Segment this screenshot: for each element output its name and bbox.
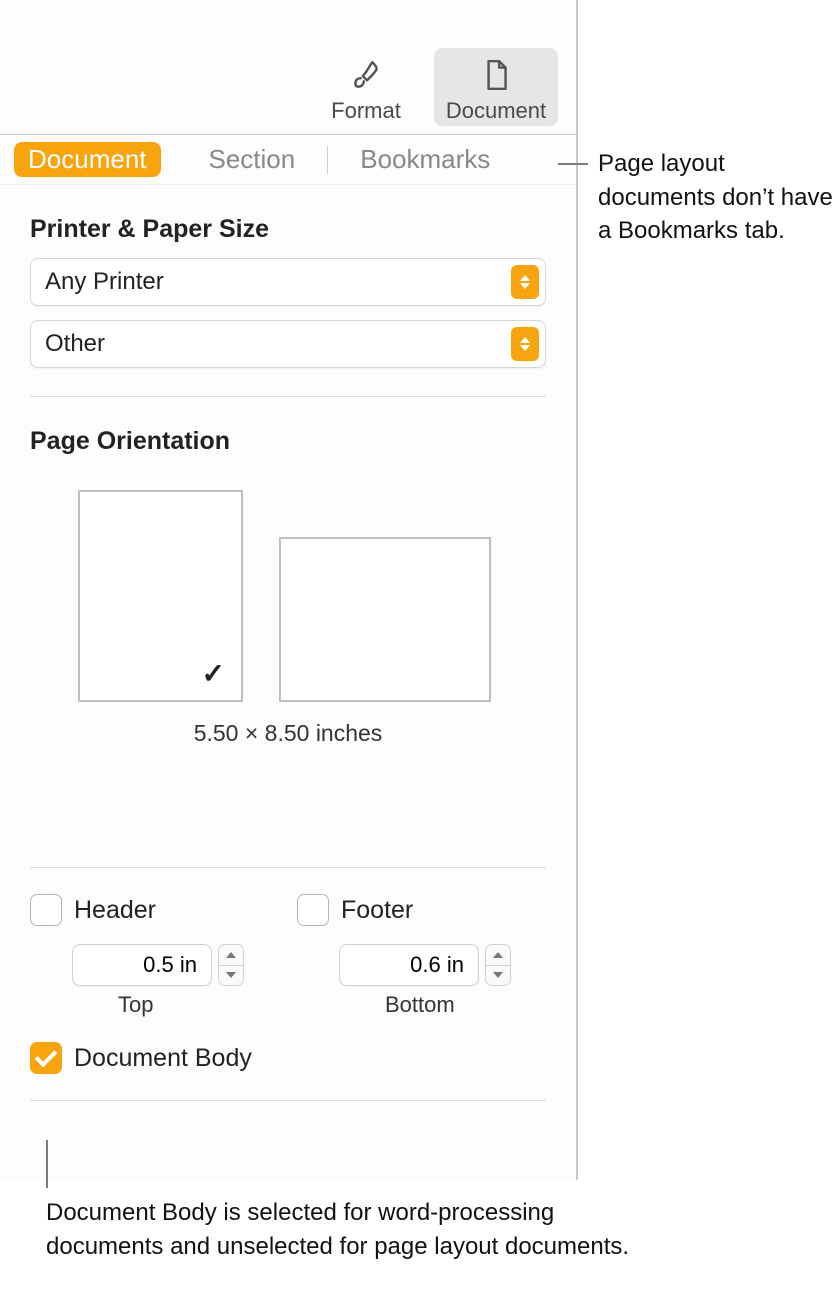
- header-checkbox[interactable]: [30, 894, 62, 926]
- paintbrush-icon: [347, 56, 385, 94]
- tab-document[interactable]: Document: [14, 142, 161, 177]
- header-label: Header: [74, 896, 156, 925]
- printer-section-title: Printer & Paper Size: [0, 185, 576, 258]
- document-icon: [477, 56, 515, 94]
- page-dimensions-label: 5.50 × 8.50 inches: [0, 720, 576, 747]
- header-footer-group: Header Top Footer: [0, 868, 576, 1018]
- callout-leader-line: [558, 163, 588, 165]
- callout-bookmarks-note: Page layout documents don’t have a Bookm…: [598, 147, 838, 248]
- inspector-tabstrip: Document Section Bookmarks: [0, 135, 576, 185]
- footer-column: Footer Bottom: [297, 890, 546, 1018]
- checkmark-icon: ✓: [202, 657, 225, 690]
- tab-separator: [327, 146, 328, 174]
- tab-section[interactable]: Section: [195, 142, 310, 177]
- printer-popup-group: Any Printer Other: [0, 258, 576, 396]
- callout-docbody-note: Document Body is selected for word-proce…: [46, 1196, 666, 1263]
- inspector-toolbar: Format Document: [0, 0, 576, 135]
- document-body-checkbox[interactable]: [30, 1042, 62, 1074]
- paper-size-select-value: Other: [45, 330, 105, 358]
- header-margin-stepper[interactable]: [218, 944, 244, 986]
- orientation-landscape-button[interactable]: [279, 537, 491, 702]
- callout-leader-line: [46, 1140, 48, 1188]
- tab-bookmarks[interactable]: Bookmarks: [346, 142, 504, 177]
- format-tool-label: Format: [331, 98, 401, 124]
- document-inspector-panel: Format Document Document Section Bookmar…: [0, 0, 578, 1180]
- document-body-row: Document Body: [0, 1018, 576, 1074]
- header-caption: Top: [118, 992, 279, 1018]
- header-margin-input[interactable]: [72, 944, 212, 986]
- footer-caption: Bottom: [385, 992, 546, 1018]
- printer-select-value: Any Printer: [45, 268, 164, 296]
- orientation-portrait-button[interactable]: ✓: [78, 490, 243, 702]
- paper-size-select[interactable]: Other: [30, 320, 546, 368]
- footer-checkbox[interactable]: [297, 894, 329, 926]
- document-tool-label: Document: [446, 98, 546, 124]
- chevron-updown-icon: [511, 327, 539, 361]
- orientation-row: ✓: [0, 470, 576, 702]
- footer-margin-stepper[interactable]: [485, 944, 511, 986]
- printer-select[interactable]: Any Printer: [30, 258, 546, 306]
- header-column: Header Top: [30, 890, 279, 1018]
- orientation-title: Page Orientation: [0, 397, 576, 470]
- document-tool-button[interactable]: Document: [434, 48, 558, 126]
- format-tool-button[interactable]: Format: [304, 48, 428, 126]
- document-body-label: Document Body: [74, 1044, 252, 1073]
- chevron-updown-icon: [511, 265, 539, 299]
- section-divider: [30, 1100, 546, 1101]
- footer-margin-input[interactable]: [339, 944, 479, 986]
- footer-label: Footer: [341, 896, 413, 925]
